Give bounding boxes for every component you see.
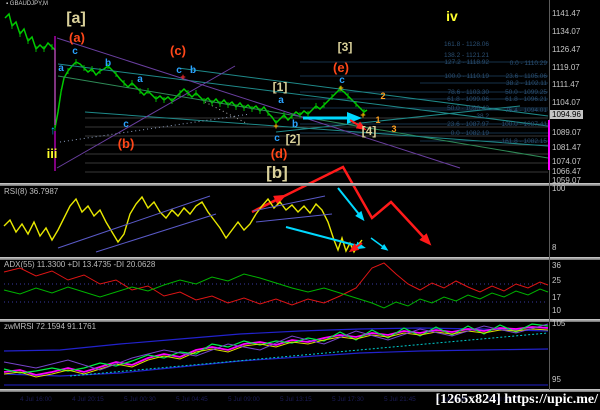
fib-level-label: 100.0 - 1087.41 xyxy=(501,121,547,128)
fib-level-label: 50.0 - 1099.25 xyxy=(505,89,547,96)
wave-label-2: 2 xyxy=(380,91,386,101)
panel-separator-1[interactable] xyxy=(0,183,600,186)
current-price-box: 1094.96 xyxy=(550,110,583,119)
rsi-trendline-2 xyxy=(95,213,217,253)
price-axis-label[interactable]: 1089.07 xyxy=(552,129,581,137)
price-axis-label[interactable]: 1104.07 xyxy=(552,99,580,107)
wave-label-b: b xyxy=(104,58,112,69)
rsi-axis-label[interactable]: 8 xyxy=(552,244,556,252)
rsi-trendline-4 xyxy=(255,213,333,223)
axis-magenta-marker xyxy=(548,120,550,170)
mt4-chart-window: ▪ GBAUDJPY,M 1094.96 RSI(8) 36.7987 ADX(… xyxy=(0,0,600,410)
wave-label-b: b xyxy=(189,65,197,76)
wave-label-iii: iii xyxy=(46,146,58,161)
time-axis-label[interactable]: 5 Jul 17:30 xyxy=(332,396,364,403)
fib-level-label: 0.0 - 1110.29 xyxy=(509,60,547,67)
zwmrsi-indicator-label: zwMRSI 72.1594 91.1761 xyxy=(4,322,97,331)
wave-label-b: (b) xyxy=(117,136,135,151)
wave-label-1: [1] xyxy=(272,80,288,94)
wave-label-3: [3] xyxy=(337,40,353,54)
time-axis-label[interactable]: 5 Jul 00:30 xyxy=(124,396,156,403)
time-axis-label[interactable]: 5 Jul 04:45 xyxy=(176,396,208,403)
wave-label-a: a xyxy=(278,95,284,106)
wave-label-: + xyxy=(338,83,344,93)
wave-label-iv: iv xyxy=(446,8,458,24)
wave-label-1: 1 xyxy=(375,115,381,125)
fib-level-label: 76.4 - 1094.01 xyxy=(505,107,547,114)
price-axis-label[interactable]: 1066.47 xyxy=(552,168,581,176)
price-axis-label[interactable]: 1074.07 xyxy=(552,158,581,166)
wave-label-a: [a] xyxy=(66,10,86,27)
fib-level-label: 61.8 - 1096.21 xyxy=(505,96,547,103)
wave-label-: + xyxy=(273,121,279,131)
watermark: [1265x824] https://upic.me/ xyxy=(435,392,598,407)
rsi-cyan-arrow-3 xyxy=(370,237,389,251)
wave-label-3: 3 xyxy=(391,124,397,134)
violet-trendline-up xyxy=(56,65,236,169)
wave-label-4: [4] xyxy=(361,124,377,138)
fib-level-label: 161.8 - 1128.06 xyxy=(443,41,489,48)
fib-level-label: 38.2 - 1102.11 xyxy=(506,80,547,87)
time-axis-label[interactable]: 5 Jul 13:15 xyxy=(280,396,312,403)
adx-axis-label[interactable]: 25 xyxy=(552,277,561,285)
wave-label-: ↑ xyxy=(50,123,56,137)
price-axis-divider xyxy=(549,0,550,390)
price-axis-label[interactable]: 1081.47 xyxy=(552,144,581,152)
price-axis-label[interactable]: 1111.47 xyxy=(552,81,579,89)
time-axis-label[interactable]: 4 Jul 16:00 xyxy=(20,396,52,403)
price-axis-label[interactable]: 1119.07 xyxy=(552,64,580,72)
zwmrsi-axis-label[interactable]: 105 xyxy=(552,320,565,328)
wave-label-: + xyxy=(180,72,186,82)
fib-level-label: 161.8 - 1082.15 xyxy=(501,138,547,145)
wave-label-2: [2] xyxy=(285,132,301,146)
wave-label-a: a xyxy=(137,74,143,85)
rsi-axis-label[interactable]: 100 xyxy=(552,185,565,193)
rsi-cyan-arrow-2 xyxy=(285,226,366,250)
price-axis-label[interactable]: 1141.47 xyxy=(552,10,580,18)
adx-axis-label[interactable]: 36 xyxy=(552,262,561,270)
adx-axis-label[interactable]: 10 xyxy=(552,307,561,315)
wave-label-c: c xyxy=(123,119,129,130)
adx-axis-label[interactable]: 17 xyxy=(552,294,561,302)
fib-level-label: 23.6 - 1105.06 xyxy=(505,73,547,80)
wave-label-c: c xyxy=(274,133,280,144)
fib-level-label: 0.0 - 1082.19 xyxy=(450,130,489,137)
wave-label-: + xyxy=(360,110,366,120)
adx-indicator-label: ADX(55) 11.3300 +DI 13.4735 -DI 20.0628 xyxy=(4,260,156,269)
wave-label-d: (d) xyxy=(270,146,288,161)
wave-label-b: [b] xyxy=(266,163,288,182)
fib-level-label: 38.2 xyxy=(476,113,489,120)
zwmrsi-axis-label[interactable]: 95 xyxy=(552,376,561,384)
rsi-indicator-label: RSI(8) 36.7987 xyxy=(4,187,59,196)
wave-label-e: (e) xyxy=(333,60,349,75)
wave-label-b: b xyxy=(291,119,299,130)
wave-label-c: c xyxy=(72,46,78,57)
wave-label-a: a xyxy=(58,63,64,74)
adx-plus-di-line xyxy=(3,273,549,309)
wave-label-c: (c) xyxy=(170,43,186,58)
wave-label-a: (a) xyxy=(69,30,85,45)
zw-yellow-line xyxy=(3,328,549,378)
price-axis-label[interactable]: 1126.47 xyxy=(552,46,580,54)
time-axis-label[interactable]: 4 Jul 20:15 xyxy=(72,396,104,403)
zw-cyan-dotted xyxy=(69,332,549,377)
time-axis-label[interactable]: 5 Jul 21:45 xyxy=(384,396,416,403)
fib-level-label: 138.2 - 1121.21 xyxy=(443,52,489,59)
price-axis-label[interactable]: 1134.07 xyxy=(552,28,580,36)
time-axis-label[interactable]: 5 Jul 09:00 xyxy=(228,396,260,403)
